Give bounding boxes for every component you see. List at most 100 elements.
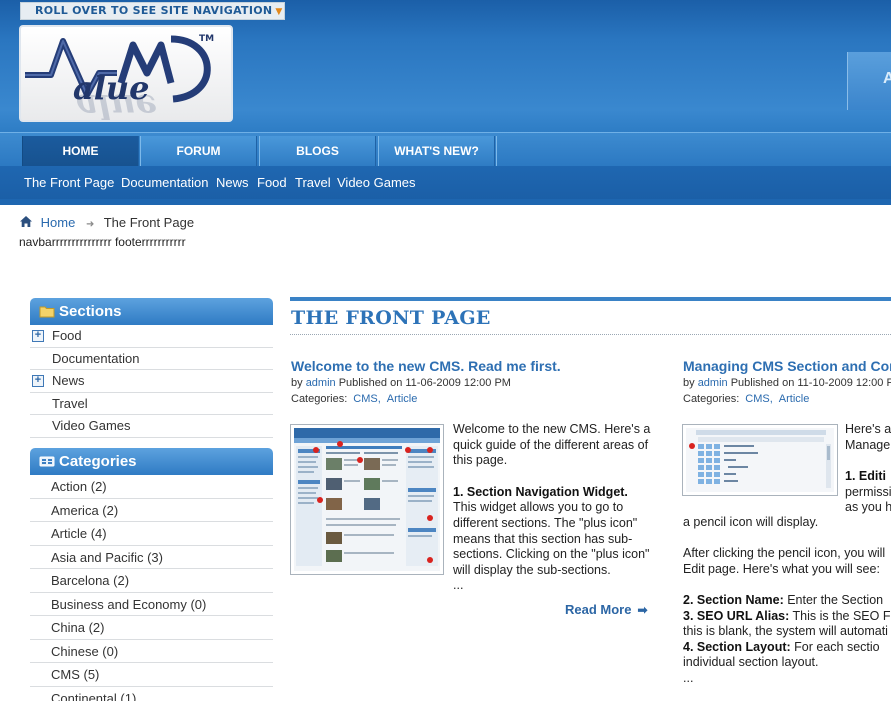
article-ellipsis: ... (683, 670, 694, 685)
article-thumbnail[interactable] (682, 424, 838, 496)
section-item-food[interactable]: + Food (30, 325, 273, 348)
rollover-label: ROLL OVER TO SEE SITE NAVIGATION (35, 4, 273, 17)
article-thumbnail[interactable] (290, 424, 444, 575)
screenshot-thumbnail-image (686, 428, 834, 492)
section-label: News (52, 373, 85, 388)
category-link[interactable]: Article (779, 393, 810, 405)
valuemd-logo-icon: alue alue TM (25, 34, 214, 120)
category-item[interactable]: CMS (5) (30, 663, 273, 687)
sections-list: + Food Documentation + News Travel Video G… (30, 325, 273, 438)
category-item[interactable]: Continental (1) (30, 687, 273, 701)
categories-icon (39, 456, 55, 467)
subnav-front-page[interactable]: The Front Page (24, 175, 114, 190)
pencil-line: a pencil icon will display. (683, 515, 819, 529)
tab-whats-new[interactable]: WHAT'S NEW? (378, 136, 495, 167)
nav-divider (496, 136, 891, 167)
article-body-continued: a pencil icon will display. After clicki… (683, 515, 891, 687)
svg-text:TM: TM (199, 34, 214, 44)
published-date: Published on 11-10-2009 12:00 PM (730, 377, 891, 389)
expand-plus-icon[interactable]: + (32, 330, 44, 342)
tab-home[interactable]: HOME (22, 136, 139, 167)
author-link[interactable]: admin (698, 377, 728, 389)
category-item[interactable]: Chinese (0) (30, 640, 273, 663)
arrow-right-icon: ➡ (637, 603, 648, 617)
section-label: Documentation (52, 350, 140, 366)
subnav-documentation[interactable]: Documentation (121, 175, 208, 190)
article-intro-clipped: Here's a Manage 1. Editi permissi as you… (845, 422, 891, 516)
categories-header: Categories (30, 448, 273, 475)
step3-line: 3. SEO URL Alias: This is the SEO Fr (683, 608, 891, 623)
sections-header: Sections (30, 298, 273, 325)
step1-heading: 1. Editi (845, 469, 886, 484)
breadcrumb-home-link[interactable]: Home (41, 215, 76, 230)
chevron-down-icon: ▼ (275, 7, 283, 17)
section-item-travel[interactable]: Travel (30, 393, 273, 415)
section-item-video-games[interactable]: Video Games (30, 415, 273, 438)
step1-line: permissi (845, 484, 891, 499)
subnav-news[interactable]: News (216, 175, 249, 190)
intro-line: Manage (845, 437, 891, 452)
article-title-link[interactable]: Managing CMS Section and Con (683, 358, 891, 374)
category-item[interactable]: Action (2) (30, 475, 273, 499)
svg-text:alue: alue (73, 69, 150, 107)
header-banner-edge: A (847, 52, 891, 110)
screenshot-thumbnail-image (294, 428, 440, 571)
article-card: Welcome to the new CMS. Read me first. b… (291, 358, 661, 405)
category-item[interactable]: Asia and Pacific (3) (30, 546, 273, 569)
tab-blogs[interactable]: BLOGS (259, 136, 376, 167)
category-item[interactable]: Business and Economy (0) (30, 593, 273, 616)
article-categories: Categories: CMS, Article (683, 393, 891, 405)
article-step-text: This widget allows you to go to differen… (453, 500, 650, 577)
read-more-label: Read More (565, 602, 632, 617)
step4-line: 4. Section Layout: For each sectio (683, 639, 880, 654)
expand-plus-icon[interactable]: + (32, 375, 44, 387)
article-step-heading: 1. Section Navigation Widget. (453, 484, 628, 499)
article-meta: by admin Published on 11-10-2009 12:00 P… (683, 377, 891, 389)
after-line: Edit page. Here's what you will see: (683, 561, 880, 576)
sub-nav: The Front Page Documentation News Food T… (0, 166, 891, 199)
category-link[interactable]: Article (387, 393, 418, 405)
step1-line: as you h (845, 500, 891, 515)
article-title-link[interactable]: Welcome to the new CMS. Read me first. (291, 358, 661, 374)
article-card: Managing CMS Section and Con by admin Pu… (683, 358, 891, 405)
logo-wordmark-part: alue (73, 69, 150, 107)
categories-list: Action (2) America (2) Article (4) Asia … (30, 475, 273, 701)
site-logo[interactable]: alue alue TM (19, 25, 233, 122)
author-link[interactable]: admin (306, 377, 336, 389)
breadcrumb-current: The Front Page (103, 215, 195, 230)
published-date: Published on 11-06-2009 12:00 PM (338, 377, 511, 389)
categories-label: Categories: (291, 393, 348, 405)
article-categories: Categories: CMS, Article (291, 393, 661, 405)
breadcrumb: Home ➜ The Front Page (19, 215, 194, 231)
site-navigation-rollover[interactable]: ROLL OVER TO SEE SITE NAVIGATION ▼ (20, 2, 285, 20)
debug-text: navbarrrrrrrrrrrrrrr footerrrrrrrrrrr (19, 235, 186, 249)
categories-label: Categories: (683, 393, 740, 405)
article-ellipsis: ... (453, 578, 464, 593)
subnav-travel[interactable]: Travel (295, 175, 331, 190)
section-item-documentation[interactable]: Documentation (30, 348, 273, 370)
category-link[interactable]: CMS, (745, 393, 773, 405)
categories-title: Categories (59, 453, 137, 470)
read-more-link[interactable]: Read More ➡ (565, 602, 648, 617)
after-line: After clicking the pencil icon, you will (683, 546, 886, 561)
subnav-food[interactable]: Food (257, 175, 287, 190)
category-item[interactable]: Article (4) (30, 522, 273, 546)
section-label: Video Games (52, 418, 131, 433)
section-label: Food (52, 328, 82, 343)
category-item[interactable]: America (2) (30, 499, 273, 522)
main-nav: HOME FORUM BLOGS WHAT'S NEW? (0, 132, 891, 167)
breadcrumb-separator-icon: ➜ (85, 219, 95, 230)
step3-line2: this is blank, the system will automati (683, 624, 888, 639)
by-label: by (683, 377, 695, 389)
article-intro: Welcome to the new CMS. Here's a quick g… (453, 422, 651, 468)
category-item[interactable]: Barcelona (2) (30, 569, 273, 593)
category-item[interactable]: China (2) (30, 616, 273, 640)
tab-forum[interactable]: FORUM (140, 136, 257, 167)
category-link[interactable]: CMS, (353, 393, 381, 405)
sections-title: Sections (59, 303, 122, 320)
banner-glyph: A (883, 70, 891, 87)
step2-line: 2. Section Name: Enter the Section (683, 592, 884, 607)
section-item-news[interactable]: + News (30, 370, 273, 393)
intro-line: Here's a (845, 422, 891, 436)
subnav-video-games[interactable]: Video Games (337, 175, 416, 190)
